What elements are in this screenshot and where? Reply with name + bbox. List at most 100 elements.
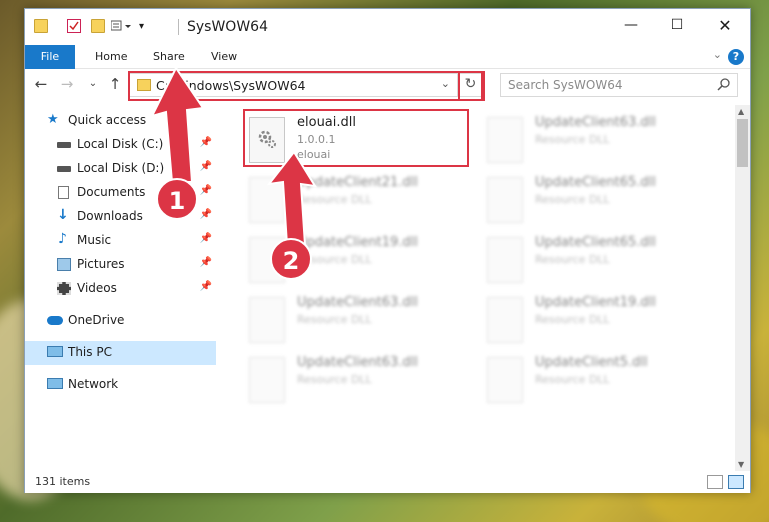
close-button[interactable]: ✕ bbox=[702, 9, 748, 41]
dll-file-icon bbox=[487, 357, 523, 403]
sidebar-item-onedrive[interactable]: OneDrive bbox=[25, 309, 216, 333]
file-item[interactable]: UpdateClient21.dll Resource DLL bbox=[245, 173, 475, 229]
folder-icon bbox=[137, 79, 151, 91]
file-type: Resource DLL bbox=[297, 373, 372, 386]
sidebar-item-label: Documents bbox=[77, 185, 146, 199]
sidebar-item-label: Quick access bbox=[68, 113, 147, 127]
properties-icon[interactable] bbox=[67, 19, 81, 33]
minimize-button[interactable]: — bbox=[608, 9, 654, 41]
window-title: SysWOW64 bbox=[187, 19, 268, 35]
dll-file-icon bbox=[249, 177, 285, 223]
drive-icon bbox=[57, 166, 71, 172]
recent-locations-icon[interactable]: ⌄ bbox=[83, 78, 103, 89]
details-view-icon[interactable] bbox=[707, 475, 723, 489]
title-bar: ▾ SysWOW64 — ☐ ✕ bbox=[25, 9, 750, 45]
file-item[interactable]: UpdateClient63.dll Resource DLL bbox=[245, 353, 475, 409]
explorer-window: ▾ SysWOW64 — ☐ ✕ File Home Share View ⌄ … bbox=[24, 8, 751, 493]
file-type: Resource DLL bbox=[535, 133, 610, 146]
file-item[interactable]: UpdateClient19.dll Resource DLL bbox=[483, 293, 713, 349]
sidebar-item-label: This PC bbox=[68, 345, 112, 359]
tab-file[interactable]: File bbox=[25, 45, 75, 69]
file-name: UpdateClient63.dll bbox=[297, 355, 418, 370]
refresh-button[interactable]: ↻ bbox=[457, 73, 483, 97]
dll-file-icon bbox=[249, 117, 285, 163]
document-icon bbox=[58, 186, 69, 199]
star-icon: ★ bbox=[47, 112, 59, 127]
file-item-elouai[interactable]: elouai.dll 1.0.0.1 elouai bbox=[245, 113, 475, 169]
sidebar-item-network[interactable]: Network bbox=[25, 373, 216, 397]
file-type: Resource DLL bbox=[535, 193, 610, 206]
quick-access-dropdown-icon[interactable]: ▾ bbox=[139, 21, 153, 35]
navigation-pane: ★ Quick access Local Disk (C:) 📌 Local D… bbox=[25, 105, 216, 471]
sidebar-item-quick-access[interactable]: ★ Quick access bbox=[25, 109, 216, 133]
pin-icon[interactable]: 📌 bbox=[200, 281, 212, 292]
pin-icon[interactable]: 📌 bbox=[200, 257, 212, 268]
help-button[interactable]: ? bbox=[728, 49, 744, 65]
dll-file-icon bbox=[249, 297, 285, 343]
file-version: 1.0.0.1 bbox=[297, 133, 336, 146]
file-type: Resource DLL bbox=[535, 253, 610, 266]
sidebar-item-local-disk-c[interactable]: Local Disk (C:) 📌 bbox=[25, 133, 216, 157]
file-name: UpdateClient5.dll bbox=[535, 355, 648, 370]
sidebar-item-pictures[interactable]: Pictures 📌 bbox=[25, 253, 216, 277]
large-icons-view-icon[interactable] bbox=[728, 475, 744, 489]
up-arrow-icon[interactable]: ↑ bbox=[105, 75, 125, 93]
file-type: Resource DLL bbox=[535, 313, 610, 326]
tab-share[interactable]: Share bbox=[141, 45, 197, 69]
forward-arrow-icon[interactable]: → bbox=[57, 75, 77, 93]
pin-icon[interactable]: 📌 bbox=[200, 161, 212, 172]
file-name: UpdateClient19.dll bbox=[297, 235, 418, 250]
folder-icon bbox=[34, 19, 48, 33]
chevron-down-icon[interactable]: ⌄ bbox=[441, 77, 450, 90]
file-item[interactable]: UpdateClient5.dll Resource DLL bbox=[483, 353, 713, 409]
file-name: UpdateClient19.dll bbox=[535, 295, 656, 310]
sidebar-item-label: Local Disk (C:) bbox=[77, 137, 164, 151]
cloud-icon bbox=[47, 316, 63, 325]
search-input[interactable]: Search SysWOW64 bbox=[500, 73, 738, 97]
maximize-button[interactable]: ☐ bbox=[654, 9, 700, 41]
tab-view[interactable]: View bbox=[199, 45, 249, 69]
address-path[interactable]: C:\Windows\SysWOW64 bbox=[156, 78, 305, 93]
sidebar-item-label: Local Disk (D:) bbox=[77, 161, 165, 175]
file-item[interactable]: UpdateClient63.dll Resource DLL bbox=[483, 113, 713, 169]
address-bar[interactable]: C:\Windows\SysWOW64 ⌄ bbox=[128, 73, 483, 97]
sidebar-item-videos[interactable]: Videos 📌 bbox=[25, 277, 216, 301]
file-company: elouai bbox=[297, 148, 331, 161]
file-type: Resource DLL bbox=[297, 313, 372, 326]
file-type: Resource DLL bbox=[535, 373, 610, 386]
file-name: UpdateClient63.dll bbox=[297, 295, 418, 310]
sidebar-item-label: Videos bbox=[77, 281, 117, 295]
sidebar-item-label: Downloads bbox=[77, 209, 143, 223]
file-item[interactable]: UpdateClient65.dll Resource DLL bbox=[483, 233, 713, 289]
pin-icon[interactable]: 📌 bbox=[200, 185, 212, 196]
sidebar-item-this-pc[interactable]: This PC bbox=[25, 341, 216, 365]
new-folder-icon[interactable] bbox=[91, 19, 105, 33]
sidebar-item-music[interactable]: ♪ Music 📌 bbox=[25, 229, 216, 253]
computer-icon bbox=[47, 346, 63, 357]
file-item[interactable]: UpdateClient65.dll Resource DLL bbox=[483, 173, 713, 229]
tab-home[interactable]: Home bbox=[83, 45, 139, 69]
status-bar: 131 items bbox=[25, 471, 750, 493]
ribbon-tabs: File Home Share View ⌄ ? bbox=[25, 45, 750, 69]
file-type: Resource DLL bbox=[297, 193, 372, 206]
scroll-down-icon[interactable]: ▼ bbox=[738, 460, 744, 469]
picture-icon bbox=[57, 258, 71, 271]
navigation-bar: ← → ⌄ ↑ C:\Windows\SysWOW64 ⌄ ↻ Search S… bbox=[25, 69, 750, 101]
scroll-up-icon[interactable]: ▲ bbox=[738, 107, 744, 116]
dll-file-icon bbox=[487, 237, 523, 283]
dll-file-icon bbox=[487, 177, 523, 223]
film-icon bbox=[57, 282, 71, 295]
back-arrow-icon[interactable]: ← bbox=[31, 75, 51, 93]
file-item[interactable]: UpdateClient63.dll Resource DLL bbox=[245, 293, 475, 349]
pin-icon[interactable]: 📌 bbox=[200, 233, 212, 244]
expand-ribbon-icon[interactable]: ⌄ bbox=[713, 48, 722, 61]
search-placeholder: Search SysWOW64 bbox=[508, 78, 623, 92]
pin-icon[interactable]: 📌 bbox=[200, 209, 212, 220]
customize-toolbar-icon[interactable] bbox=[110, 20, 133, 34]
scrollbar-thumb[interactable] bbox=[737, 119, 748, 167]
sidebar-item-local-disk-d[interactable]: Local Disk (D:) 📌 bbox=[25, 157, 216, 181]
pin-icon[interactable]: 📌 bbox=[200, 137, 212, 148]
item-count: 131 items bbox=[35, 475, 91, 488]
file-list: elouai.dll 1.0.0.1 elouai UpdateClient21… bbox=[239, 105, 735, 471]
vertical-scrollbar[interactable]: ▲ ▼ bbox=[735, 105, 750, 471]
